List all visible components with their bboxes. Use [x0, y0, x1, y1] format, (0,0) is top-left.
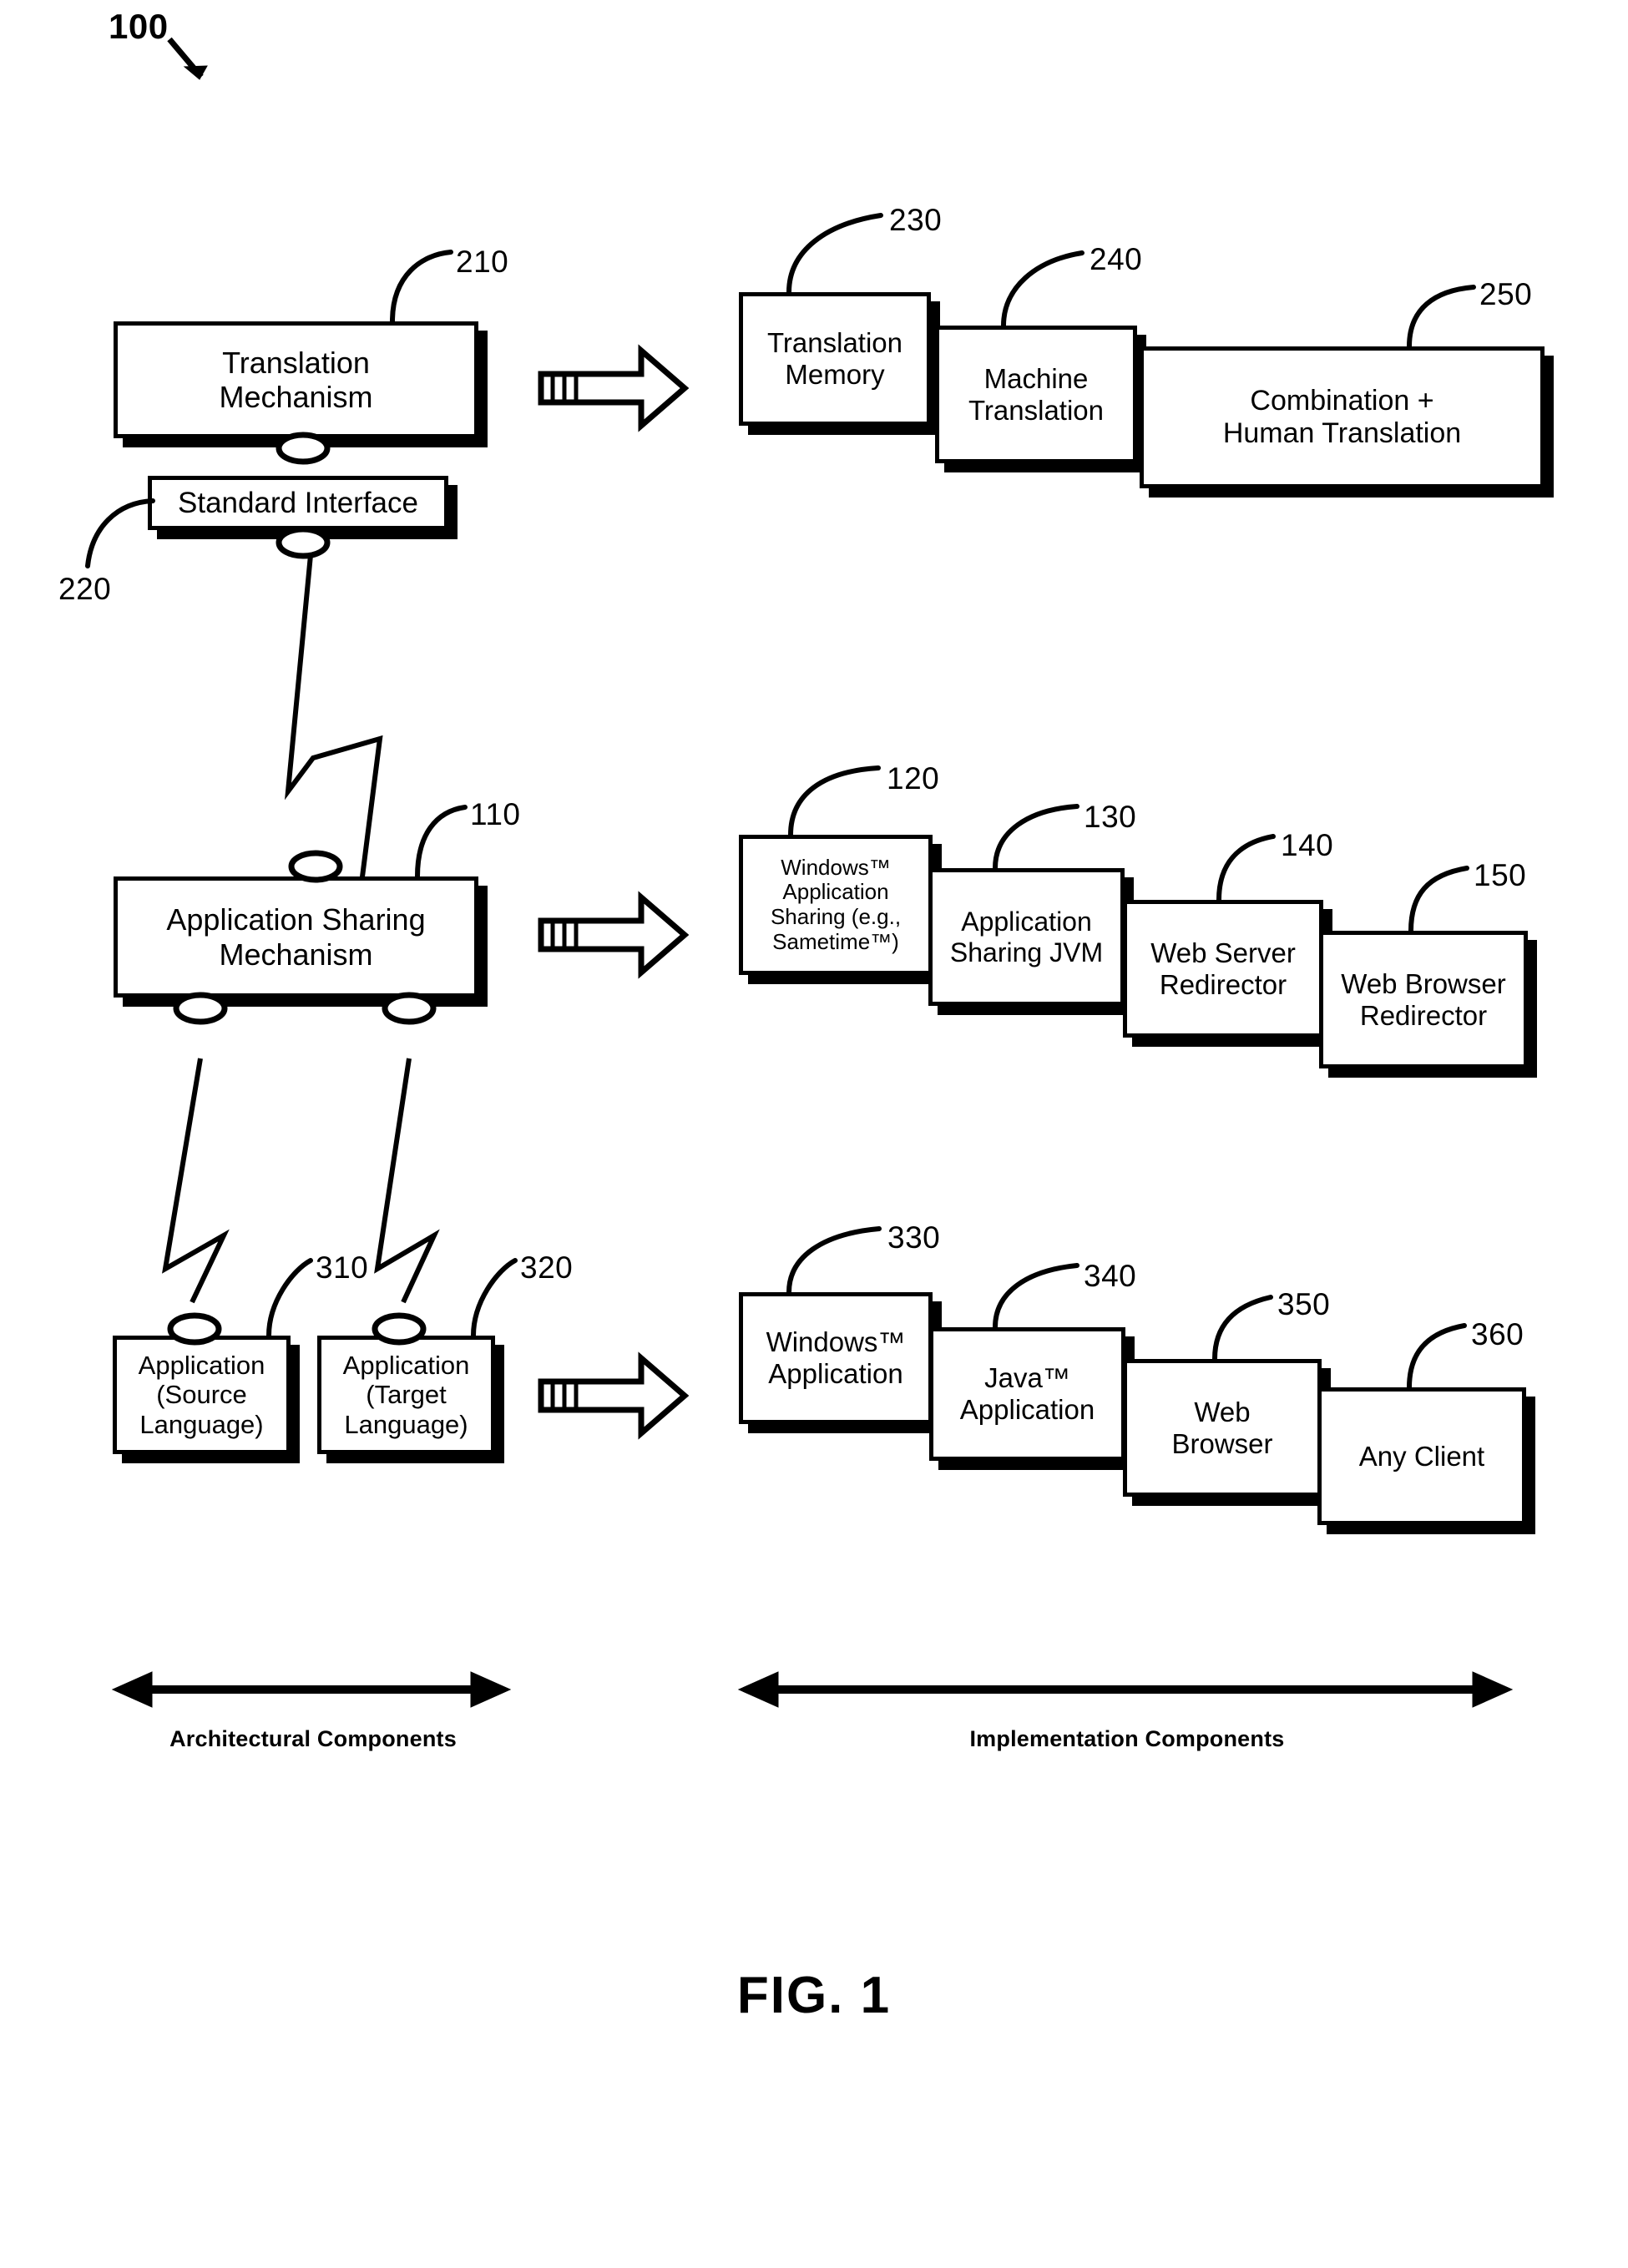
leader-360: [1407, 1323, 1467, 1390]
leader-240: [1001, 250, 1084, 328]
span-arrows: [111, 1671, 1514, 1708]
caption-architectural-components: Architectural Components: [169, 1726, 457, 1751]
application-sharing-jvm-box[interactable]: Application Sharing JVM: [928, 868, 1125, 1006]
windows-application-sharing-box[interactable]: Windows™ Application Sharing (e.g., Same…: [739, 835, 933, 975]
web-server-redirector-box[interactable]: Web Server Redirector: [1123, 900, 1323, 1038]
leader-150: [1408, 866, 1469, 933]
figure-title: FIG. 1: [736, 1967, 892, 2024]
interface-ellipse-si-bottom: [276, 526, 331, 559]
ref-310: 310: [316, 1250, 369, 1285]
windows-application-label: Windows™ Application: [766, 1326, 906, 1389]
block-arrow-application: [538, 1351, 690, 1440]
zigzag-connector-left: [162, 1058, 230, 1304]
ref-340: 340: [1084, 1259, 1137, 1293]
ref-140: 140: [1281, 828, 1334, 862]
web-browser-redirector-label: Web Browser Redirector: [1341, 967, 1506, 1031]
windows-application-sharing-label: Windows™ Application Sharing (e.g., Same…: [770, 854, 902, 954]
ref-240: 240: [1090, 242, 1143, 276]
ref-100: 100: [109, 7, 169, 46]
machine-translation-box[interactable]: Machine Translation: [935, 326, 1137, 463]
leader-210: [390, 250, 453, 324]
ref-230: 230: [889, 203, 943, 237]
application-source-language-box[interactable]: Application (Source Language): [113, 1336, 291, 1454]
ref-150: 150: [1474, 858, 1527, 892]
ref-360: 360: [1471, 1317, 1524, 1351]
ref-250: 250: [1479, 277, 1533, 311]
leader-310: [266, 1258, 313, 1338]
java-application-label: Java™ Application: [959, 1362, 1095, 1425]
any-client-box[interactable]: Any Client: [1317, 1387, 1526, 1525]
block-arrow-application-sharing: [538, 891, 690, 979]
leader-330: [786, 1226, 882, 1295]
ref-110: 110: [470, 797, 521, 831]
translation-memory-label: Translation Memory: [766, 327, 903, 390]
interface-ellipse-asm-bottom-right: [382, 992, 437, 1025]
leader-250: [1407, 285, 1476, 349]
ref-220: 220: [58, 572, 112, 606]
leader-140: [1216, 834, 1276, 902]
leader-340: [993, 1263, 1079, 1330]
application-target-language-box[interactable]: Application (Target Language): [317, 1336, 495, 1454]
ref-210: 210: [456, 245, 509, 279]
ref-350: 350: [1277, 1287, 1331, 1321]
leader-220: [85, 498, 155, 568]
web-browser-label: Web Browser: [1171, 1396, 1273, 1459]
any-client-label: Any Client: [1358, 1440, 1485, 1472]
leader-320: [471, 1258, 518, 1338]
application-sharing-mechanism-box[interactable]: Application Sharing Mechanism: [114, 876, 478, 998]
standard-interface-label: Standard Interface: [178, 486, 418, 519]
ref-120: 120: [887, 761, 940, 796]
span-arrow-implementation: [737, 1671, 1514, 1708]
application-sharing-mechanism-label: Application Sharing Mechanism: [166, 902, 426, 972]
interface-ellipse-tm-bottom: [276, 432, 331, 465]
interface-ellipse-asm-bottom-left: [173, 992, 228, 1025]
machine-translation-label: Machine Translation: [968, 362, 1105, 426]
windows-application-box[interactable]: Windows™ Application: [739, 1292, 933, 1424]
leader-350: [1212, 1295, 1273, 1361]
java-application-box[interactable]: Java™ Application: [929, 1327, 1125, 1461]
ref-330: 330: [887, 1220, 941, 1255]
ref-320: 320: [520, 1250, 574, 1285]
translation-mechanism-label: Translation Mechanism: [219, 345, 373, 414]
span-arrow-architectural: [111, 1671, 512, 1708]
leader-110: [415, 805, 468, 879]
web-server-redirector-label: Web Server Redirector: [1150, 937, 1296, 1000]
standard-interface-box[interactable]: Standard Interface: [148, 476, 448, 530]
application-sharing-jvm-label: Application Sharing JVM: [949, 907, 1104, 967]
application-source-language-label: Application (Source Language): [138, 1351, 265, 1439]
ref-130: 130: [1084, 800, 1137, 834]
leader-120: [788, 765, 881, 837]
patent-figure-page: Translation Mechanism 210 Standard Inter…: [0, 0, 1628, 2268]
block-arrow-translation: [538, 344, 690, 432]
web-browser-redirector-box[interactable]: Web Browser Redirector: [1319, 931, 1528, 1068]
web-browser-box[interactable]: Web Browser: [1123, 1359, 1322, 1497]
combination-human-translation-label: Combination + Human Translation: [1222, 385, 1462, 449]
leader-230: [786, 213, 883, 295]
application-target-language-label: Application (Target Language): [342, 1351, 470, 1439]
caption-implementation-components: Implementation Components: [969, 1726, 1285, 1751]
combination-human-translation-box[interactable]: Combination + Human Translation: [1140, 346, 1545, 488]
system-ref-arrow: [167, 37, 208, 80]
leader-130: [993, 804, 1079, 871]
translation-mechanism-box[interactable]: Translation Mechanism: [114, 321, 478, 438]
zigzag-connector-right: [374, 1058, 440, 1304]
translation-memory-box[interactable]: Translation Memory: [739, 292, 931, 426]
